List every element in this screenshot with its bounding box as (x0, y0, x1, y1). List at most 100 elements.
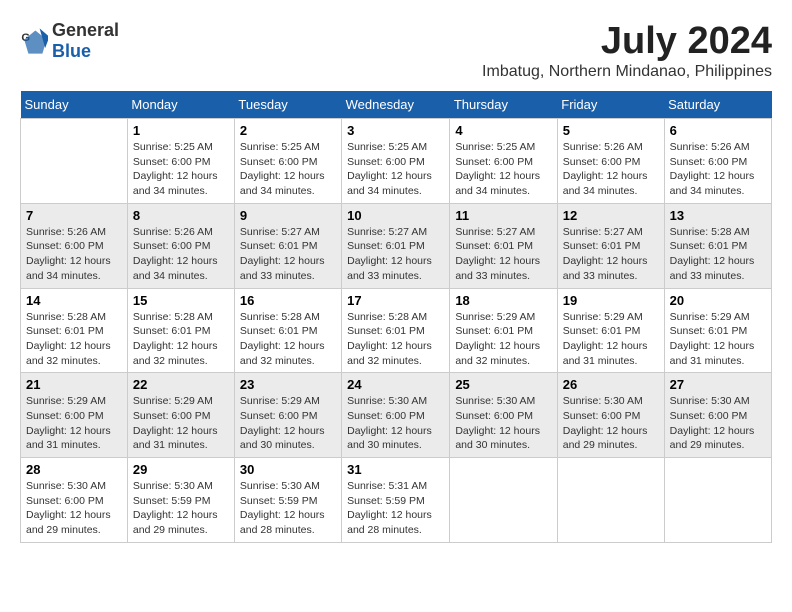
day-number: 7 (26, 208, 122, 223)
calendar-day-cell: 29 Sunrise: 5:30 AM Sunset: 5:59 PM Dayli… (127, 458, 234, 543)
day-number: 17 (347, 293, 444, 308)
logo: G General Blue (20, 20, 119, 62)
calendar-day-cell: 17Sunrise: 5:28 AM Sunset: 6:01 PM Dayli… (342, 288, 450, 373)
day-number: 5 (563, 123, 659, 138)
calendar-week-row: 7 Sunrise: 5:26 AM Sunset: 6:00 PM Daylig… (21, 203, 772, 288)
day-info: Sunrise: 5:25 AM Sunset: 6:00 PM Dayligh… (240, 140, 336, 199)
calendar-day-cell: 31 Sunrise: 5:31 AM Sunset: 5:59 PM Dayli… (342, 458, 450, 543)
calendar-header-row: SundayMondayTuesdayWednesdayThursdayFrid… (21, 91, 772, 119)
calendar-day-cell: 12Sunrise: 5:27 AM Sunset: 6:01 PM Dayli… (557, 203, 664, 288)
day-info: Sunrise: 5:26 AM Sunset: 6:00 PM Dayligh… (26, 225, 122, 284)
day-number: 19 (563, 293, 659, 308)
calendar-day-cell: 4 Sunrise: 5:25 AM Sunset: 6:00 PM Daylig… (450, 119, 557, 204)
day-number: 8 (133, 208, 229, 223)
day-info: Sunrise: 5:30 AM Sunset: 5:59 PM Dayligh… (133, 479, 229, 538)
calendar-day-cell: 27 Sunrise: 5:30 AM Sunset: 6:00 PM Dayli… (664, 373, 771, 458)
calendar-day-cell: 14 Sunrise: 5:28 AM Sunset: 6:01 PM Dayli… (21, 288, 128, 373)
day-number: 3 (347, 123, 444, 138)
day-info: Sunrise: 5:28 AM Sunset: 6:01 PM Dayligh… (240, 310, 336, 369)
calendar-day-cell: 21Sunrise: 5:29 AM Sunset: 6:00 PM Dayli… (21, 373, 128, 458)
calendar-day-cell (664, 458, 771, 543)
day-info: Sunrise: 5:29 AM Sunset: 6:00 PM Dayligh… (240, 394, 336, 453)
day-number: 28 (26, 462, 122, 477)
calendar-day-cell (450, 458, 557, 543)
calendar-day-cell: 19 Sunrise: 5:29 AM Sunset: 6:01 PM Dayli… (557, 288, 664, 373)
day-info: Sunrise: 5:30 AM Sunset: 6:00 PM Dayligh… (670, 394, 766, 453)
day-of-week-header: Monday (127, 91, 234, 119)
page-header: G General Blue July 2024 Imbatug, Northe… (20, 20, 772, 81)
calendar-day-cell: 18Sunrise: 5:29 AM Sunset: 6:01 PM Dayli… (450, 288, 557, 373)
day-number: 2 (240, 123, 336, 138)
calendar-day-cell: 15 Sunrise: 5:28 AM Sunset: 6:01 PM Dayli… (127, 288, 234, 373)
calendar-day-cell: 6 Sunrise: 5:26 AM Sunset: 6:00 PM Daylig… (664, 119, 771, 204)
calendar-week-row: 1 Sunrise: 5:25 AM Sunset: 6:00 PM Daylig… (21, 119, 772, 204)
day-number: 15 (133, 293, 229, 308)
calendar-day-cell (21, 119, 128, 204)
day-number: 14 (26, 293, 122, 308)
day-of-week-header: Saturday (664, 91, 771, 119)
calendar-day-cell: 7 Sunrise: 5:26 AM Sunset: 6:00 PM Daylig… (21, 203, 128, 288)
day-info: Sunrise: 5:30 AM Sunset: 6:00 PM Dayligh… (26, 479, 122, 538)
day-info: Sunrise: 5:27 AM Sunset: 6:01 PM Dayligh… (240, 225, 336, 284)
calendar-day-cell: 2 Sunrise: 5:25 AM Sunset: 6:00 PM Daylig… (234, 119, 341, 204)
calendar-week-row: 14 Sunrise: 5:28 AM Sunset: 6:01 PM Dayli… (21, 288, 772, 373)
day-number: 21 (26, 377, 122, 392)
logo-general: General (52, 20, 119, 40)
day-number: 20 (670, 293, 766, 308)
calendar-day-cell: 30 Sunrise: 5:30 AM Sunset: 5:59 PM Dayli… (234, 458, 341, 543)
day-of-week-header: Friday (557, 91, 664, 119)
day-info: Sunrise: 5:30 AM Sunset: 5:59 PM Dayligh… (240, 479, 336, 538)
day-number: 9 (240, 208, 336, 223)
location-subtitle: Imbatug, Northern Mindanao, Philippines (482, 63, 772, 81)
day-info: Sunrise: 5:26 AM Sunset: 6:00 PM Dayligh… (670, 140, 766, 199)
day-info: Sunrise: 5:26 AM Sunset: 6:00 PM Dayligh… (133, 225, 229, 284)
calendar-day-cell: 13 Sunrise: 5:28 AM Sunset: 6:01 PM Dayli… (664, 203, 771, 288)
logo-blue: Blue (52, 41, 91, 61)
day-info: Sunrise: 5:29 AM Sunset: 6:01 PM Dayligh… (563, 310, 659, 369)
day-info: Sunrise: 5:31 AM Sunset: 5:59 PM Dayligh… (347, 479, 444, 538)
calendar-week-row: 21 Sunrise: 5:29 AM Sunset: 6:00 PM Dayli… (21, 373, 772, 458)
day-info: Sunrise: 5:30 AM Sunset: 6:00 PM Dayligh… (563, 394, 659, 453)
day-number: 30 (240, 462, 336, 477)
day-number: 26 (563, 377, 659, 392)
day-info: Sunrise: 5:28 AM Sunset: 6:01 PM Dayligh… (133, 310, 229, 369)
day-info: Sunrise: 5:25 AM Sunset: 6:00 PM Dayligh… (347, 140, 444, 199)
day-number: 4 (455, 123, 551, 138)
calendar-table: SundayMondayTuesdayWednesdayThursdayFrid… (20, 91, 772, 543)
calendar-day-cell: 16 Sunrise: 5:28 AM Sunset: 6:01 PM Dayli… (234, 288, 341, 373)
day-info: Sunrise: 5:27 AM Sunset: 6:01 PM Dayligh… (455, 225, 551, 284)
day-info: Sunrise: 5:30 AM Sunset: 6:00 PM Dayligh… (347, 394, 444, 453)
day-info: Sunrise: 5:26 AM Sunset: 6:00 PM Dayligh… (563, 140, 659, 199)
day-number: 10 (347, 208, 444, 223)
calendar-day-cell: 10Sunrise: 5:27 AM Sunset: 6:01 PM Dayli… (342, 203, 450, 288)
calendar-day-cell: 28 Sunrise: 5:30 AM Sunset: 6:00 PM Dayli… (21, 458, 128, 543)
day-info: Sunrise: 5:28 AM Sunset: 6:01 PM Dayligh… (26, 310, 122, 369)
calendar-day-cell: 1 Sunrise: 5:25 AM Sunset: 6:00 PM Daylig… (127, 119, 234, 204)
calendar-day-cell (557, 458, 664, 543)
day-number: 13 (670, 208, 766, 223)
day-of-week-header: Sunday (21, 91, 128, 119)
day-number: 6 (670, 123, 766, 138)
day-number: 27 (670, 377, 766, 392)
day-number: 31 (347, 462, 444, 477)
day-info: Sunrise: 5:29 AM Sunset: 6:00 PM Dayligh… (133, 394, 229, 453)
day-number: 1 (133, 123, 229, 138)
calendar-day-cell: 25Sunrise: 5:30 AM Sunset: 6:00 PM Dayli… (450, 373, 557, 458)
calendar-day-cell: 3 Sunrise: 5:25 AM Sunset: 6:00 PM Daylig… (342, 119, 450, 204)
day-info: Sunrise: 5:25 AM Sunset: 6:00 PM Dayligh… (133, 140, 229, 199)
day-number: 11 (455, 208, 551, 223)
calendar-day-cell: 5 Sunrise: 5:26 AM Sunset: 6:00 PM Daylig… (557, 119, 664, 204)
day-of-week-header: Wednesday (342, 91, 450, 119)
day-number: 16 (240, 293, 336, 308)
calendar-day-cell: 24 Sunrise: 5:30 AM Sunset: 6:00 PM Dayli… (342, 373, 450, 458)
day-info: Sunrise: 5:25 AM Sunset: 6:00 PM Dayligh… (455, 140, 551, 199)
calendar-day-cell: 11 Sunrise: 5:27 AM Sunset: 6:01 PM Dayli… (450, 203, 557, 288)
day-number: 24 (347, 377, 444, 392)
day-number: 25 (455, 377, 551, 392)
day-of-week-header: Tuesday (234, 91, 341, 119)
calendar-day-cell: 8 Sunrise: 5:26 AM Sunset: 6:00 PM Daylig… (127, 203, 234, 288)
logo-icon: G (20, 27, 48, 55)
day-number: 29 (133, 462, 229, 477)
day-info: Sunrise: 5:28 AM Sunset: 6:01 PM Dayligh… (670, 225, 766, 284)
title-section: July 2024 Imbatug, Northern Mindanao, Ph… (482, 20, 772, 81)
